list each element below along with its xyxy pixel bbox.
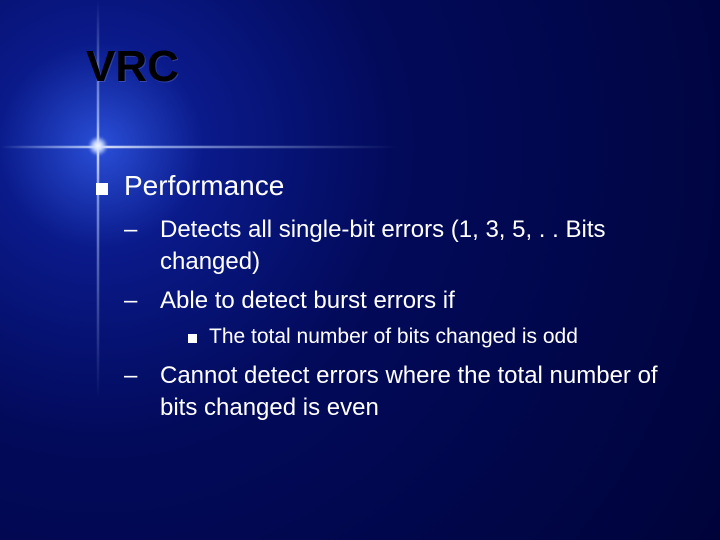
bullet-level3: The total number of bits changed is odd <box>188 323 670 351</box>
square-bullet-small-icon <box>188 334 197 343</box>
bullet-level2-text: Detects all single-bit errors (1, 3, 5, … <box>160 216 606 275</box>
bullet-level2: – Able to detect burst errors if <box>142 285 670 317</box>
dash-icon: – <box>142 285 160 317</box>
slide-title: VRC <box>86 42 179 92</box>
slide: VRC Performance – Detects all single-bit… <box>0 0 720 540</box>
dash-icon: – <box>142 360 160 392</box>
flare-horizontal <box>0 146 400 148</box>
square-bullet-icon <box>96 183 108 195</box>
bullet-level1: Performance <box>96 170 670 202</box>
bullet-level2: – Detects all single-bit errors (1, 3, 5… <box>142 214 670 279</box>
bullet-level2-text: Cannot detect errors where the total num… <box>160 362 658 421</box>
bullet-level3-text: The total number of bits changed is odd <box>209 323 578 351</box>
flare-core <box>88 136 108 156</box>
bullet-level2: – Cannot detect errors where the total n… <box>142 360 670 425</box>
dash-icon: – <box>142 214 160 246</box>
bullet-level1-text: Performance <box>124 170 284 202</box>
slide-body: Performance – Detects all single-bit err… <box>96 170 670 430</box>
bullet-level2-text: Able to detect burst errors if <box>160 287 455 314</box>
